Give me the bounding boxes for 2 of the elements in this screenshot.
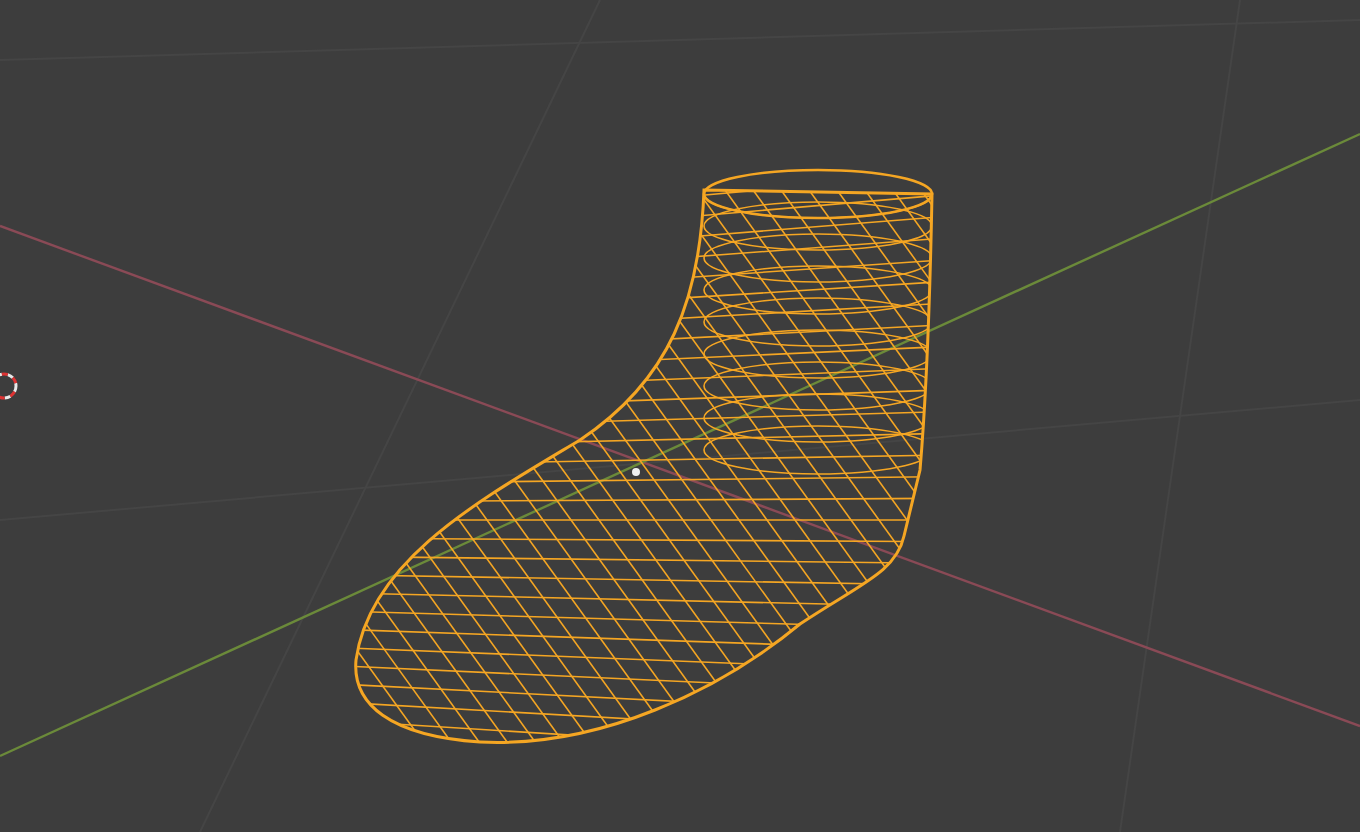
- origin-dot-icon: [632, 468, 640, 476]
- 3d-cursor-icon: [0, 372, 18, 400]
